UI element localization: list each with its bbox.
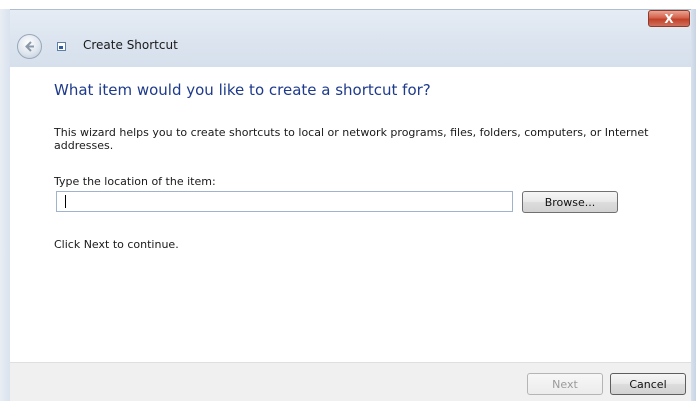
next-button[interactable]: Next — [527, 373, 603, 395]
cancel-button[interactable]: Cancel — [610, 373, 686, 395]
location-label: Type the location of the item: — [54, 175, 216, 188]
content-area — [10, 67, 691, 362]
browse-button[interactable]: Browse... — [522, 191, 618, 213]
shortcut-icon — [57, 42, 66, 51]
window-frame-right — [691, 9, 696, 401]
continue-hint: Click Next to continue. — [54, 238, 179, 251]
close-icon: X — [664, 11, 674, 26]
close-button[interactable]: X — [648, 10, 690, 27]
location-input[interactable] — [56, 191, 513, 212]
wizard-title: Create Shortcut — [83, 38, 178, 52]
text-caret — [65, 195, 66, 208]
back-button[interactable] — [17, 34, 42, 59]
window-frame-left — [0, 9, 10, 401]
wizard-description: This wizard helps you to create shortcut… — [54, 126, 649, 152]
create-shortcut-window: X Create Shortcut What item would you li… — [0, 0, 696, 401]
page-heading: What item would you like to create a sho… — [54, 81, 431, 99]
top-strip — [0, 0, 696, 9]
back-arrow-icon — [25, 41, 34, 52]
